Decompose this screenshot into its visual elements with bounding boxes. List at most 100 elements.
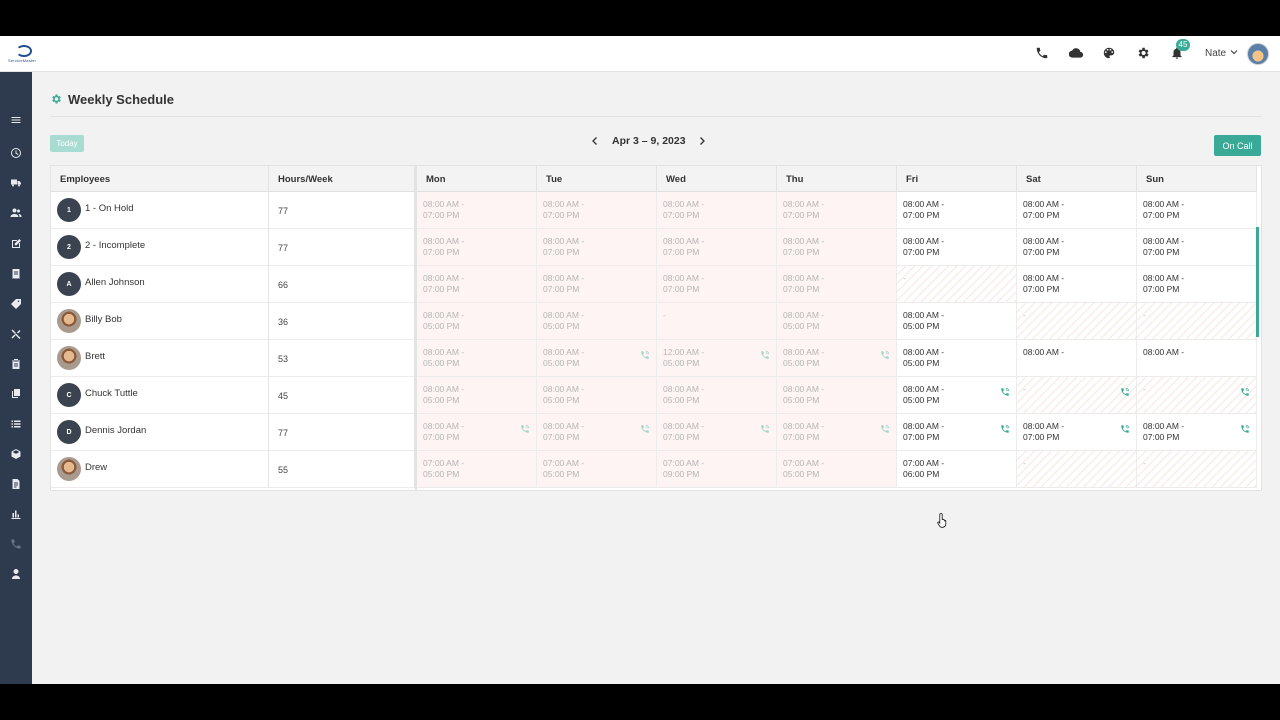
shift-cell[interactable]: 08:00 AM -07:00 PM xyxy=(897,192,1017,229)
chevron-down-icon[interactable] xyxy=(1229,47,1239,57)
shift-cell[interactable]: 08:00 AM -07:00 PM xyxy=(1137,414,1257,451)
on-call-phone-icon[interactable] xyxy=(640,350,650,360)
header-day-mon[interactable]: Mon xyxy=(417,166,537,192)
on-call-phone-icon[interactable] xyxy=(1240,387,1250,397)
shift-cell[interactable]: 08:00 AM -05:00 PM xyxy=(897,303,1017,340)
shift-cell[interactable]: - xyxy=(1017,303,1137,340)
on-call-phone-icon[interactable] xyxy=(1120,387,1130,397)
employee-name[interactable]: Chuck Tuttle xyxy=(85,388,138,399)
header-day-wed[interactable]: Wed xyxy=(657,166,777,192)
shift-cell[interactable]: 08:00 AM -05:00 PM xyxy=(537,340,657,377)
menu-icon[interactable] xyxy=(8,112,24,128)
person-icon[interactable] xyxy=(8,566,24,582)
shift-cell[interactable]: 08:00 AM -05:00 PM xyxy=(537,303,657,340)
tools-icon[interactable] xyxy=(8,326,24,342)
shift-cell[interactable]: 08:00 AM -07:00 PM xyxy=(657,414,777,451)
employee-name[interactable]: Dennis Jordan xyxy=(85,425,146,436)
palette-icon[interactable] xyxy=(1100,44,1118,62)
employee-name[interactable]: 1 - On Hold xyxy=(85,203,134,214)
shift-cell[interactable]: 08:00 AM -07:00 PM xyxy=(657,192,777,229)
employee-name[interactable]: Drew xyxy=(85,462,107,473)
shift-cell[interactable]: 08:00 AM -05:00 PM xyxy=(897,377,1017,414)
header-day-tue[interactable]: Tue xyxy=(537,166,657,192)
shift-cell[interactable]: - xyxy=(1017,451,1137,488)
shift-cell[interactable]: - xyxy=(897,266,1017,303)
shift-cell[interactable]: 08:00 AM -07:00 PM xyxy=(657,229,777,266)
edit-icon[interactable] xyxy=(8,236,24,252)
on-call-phone-icon[interactable] xyxy=(1240,424,1250,434)
table-row[interactable]: Billy Bob xyxy=(51,303,269,340)
shift-cell[interactable]: 08:00 AM -07:00 PM xyxy=(777,414,897,451)
shift-cell[interactable]: 08:00 AM -07:00 PM xyxy=(897,414,1017,451)
shift-cell[interactable]: 08:00 AM -07:00 PM xyxy=(417,266,537,303)
shift-cell[interactable]: 08:00 AM - xyxy=(1017,340,1137,377)
shift-cell[interactable]: 07:00 AM -06:00 PM xyxy=(897,451,1017,488)
shift-cell[interactable]: 08:00 AM -07:00 PM xyxy=(777,266,897,303)
shift-cell[interactable]: 08:00 AM -07:00 PM xyxy=(777,229,897,266)
gear-icon[interactable] xyxy=(1134,44,1152,62)
header-day-sun[interactable]: Sun xyxy=(1137,166,1257,192)
shift-cell[interactable]: 08:00 AM -07:00 PM xyxy=(1017,192,1137,229)
shift-cell[interactable]: - xyxy=(657,303,777,340)
shift-cell[interactable]: 08:00 AM -07:00 PM xyxy=(777,192,897,229)
document-icon[interactable] xyxy=(8,476,24,492)
receipt-icon[interactable] xyxy=(8,266,24,282)
on-call-phone-icon[interactable] xyxy=(640,424,650,434)
users-icon[interactable] xyxy=(8,205,24,221)
employee-name[interactable]: 2 - Incomplete xyxy=(85,240,145,251)
shift-cell[interactable]: 08:00 AM -05:00 PM xyxy=(417,303,537,340)
phone-icon[interactable] xyxy=(1033,44,1051,62)
shift-cell[interactable]: - xyxy=(1137,377,1257,414)
on-call-button[interactable]: On Call xyxy=(1214,135,1261,156)
shift-cell[interactable]: 08:00 AM -07:00 PM xyxy=(897,229,1017,266)
shift-cell[interactable]: 08:00 AM -07:00 PM xyxy=(537,192,657,229)
user-name[interactable]: Nate xyxy=(1205,48,1226,59)
table-row[interactable]: Brett xyxy=(51,340,269,377)
shift-cell[interactable]: 08:00 AM -05:00 PM xyxy=(777,340,897,377)
shift-cell[interactable]: 08:00 AM -07:00 PM xyxy=(417,414,537,451)
shift-cell[interactable]: 08:00 AM -05:00 PM xyxy=(897,340,1017,377)
employee-name[interactable]: Billy Bob xyxy=(85,314,122,325)
shift-cell[interactable]: 08:00 AM -07:00 PM xyxy=(537,229,657,266)
header-day-thu[interactable]: Thu xyxy=(777,166,897,192)
shift-cell[interactable]: 08:00 AM -07:00 PM xyxy=(1137,266,1257,303)
shift-cell[interactable]: 07:00 AM -05:00 PM xyxy=(537,451,657,488)
cloud-icon[interactable] xyxy=(1067,44,1085,62)
shift-cell[interactable]: 12:00 AM -05:00 PM xyxy=(657,340,777,377)
shift-cell[interactable]: 08:00 AM -07:00 PM xyxy=(1017,229,1137,266)
scrollbar[interactable] xyxy=(1256,227,1259,337)
on-call-phone-icon[interactable] xyxy=(520,424,530,434)
shift-cell[interactable]: - xyxy=(1137,303,1257,340)
shift-cell[interactable]: 08:00 AM -07:00 PM xyxy=(537,414,657,451)
shift-cell[interactable]: - xyxy=(1137,451,1257,488)
on-call-phone-icon[interactable] xyxy=(760,424,770,434)
table-row[interactable]: D Dennis Jordan xyxy=(51,414,269,451)
shift-cell[interactable]: 08:00 AM -05:00 PM xyxy=(777,377,897,414)
chart-icon[interactable] xyxy=(8,506,24,522)
phone-icon[interactable] xyxy=(8,536,24,552)
truck-icon[interactable] xyxy=(8,175,24,191)
shift-cell[interactable]: 08:00 AM -07:00 PM xyxy=(657,266,777,303)
today-button[interactable]: Today xyxy=(50,135,84,152)
on-call-phone-icon[interactable] xyxy=(1000,424,1010,434)
shift-cell[interactable]: 07:00 AM -05:00 PM xyxy=(417,451,537,488)
on-call-phone-icon[interactable] xyxy=(760,350,770,360)
shift-cell[interactable]: 08:00 AM -07:00 PM xyxy=(1017,414,1137,451)
employee-name[interactable]: Allen Johnson xyxy=(85,277,145,288)
tag-icon[interactable] xyxy=(8,296,24,312)
company-logo[interactable]: ServiceMaster xyxy=(8,44,40,64)
list-icon[interactable] xyxy=(8,416,24,432)
chevron-right-icon[interactable] xyxy=(695,134,709,148)
table-row[interactable]: 1 1 - On Hold xyxy=(51,192,269,229)
header-employees[interactable]: Employees xyxy=(51,166,269,192)
header-day-fri[interactable]: Fri xyxy=(897,166,1017,192)
shift-cell[interactable]: 08:00 AM -07:00 PM xyxy=(417,192,537,229)
copy-icon[interactable] xyxy=(8,386,24,402)
shift-cell[interactable]: 08:00 AM -05:00 PM xyxy=(537,377,657,414)
employee-name[interactable]: Brett xyxy=(85,351,105,362)
on-call-phone-icon[interactable] xyxy=(880,350,890,360)
on-call-phone-icon[interactable] xyxy=(1120,424,1130,434)
shift-cell[interactable]: 08:00 AM -05:00 PM xyxy=(777,303,897,340)
table-row[interactable]: C Chuck Tuttle xyxy=(51,377,269,414)
box-icon[interactable] xyxy=(8,446,24,462)
